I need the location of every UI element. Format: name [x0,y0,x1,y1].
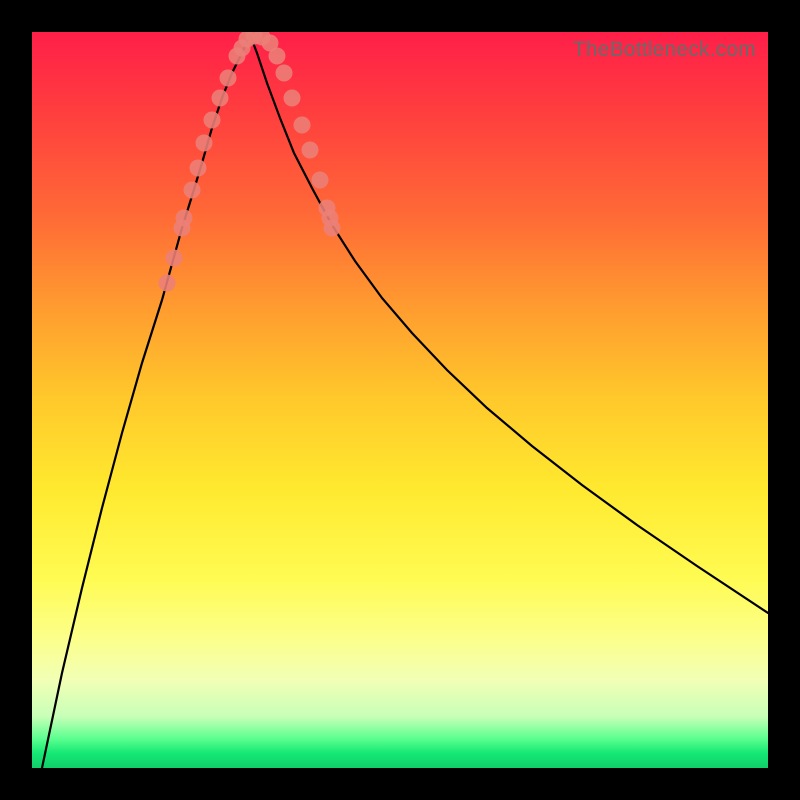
data-point [284,90,301,107]
data-point [220,70,237,87]
data-point [196,135,213,152]
data-point [159,275,176,292]
data-point [176,210,193,227]
data-point [190,160,207,177]
data-point [166,250,183,267]
data-point [312,172,329,189]
chart-container: TheBottleneck.com [0,0,800,800]
data-point [269,48,286,65]
data-point [302,142,319,159]
curve-overlay [32,32,768,768]
data-point [184,182,201,199]
data-point [204,112,221,129]
plot-area: TheBottleneck.com [32,32,768,768]
curve-left-curve [42,35,250,768]
data-point [276,65,293,82]
data-point [212,90,229,107]
curve-right-curve [250,35,768,613]
data-point [322,210,339,227]
data-point [294,117,311,134]
